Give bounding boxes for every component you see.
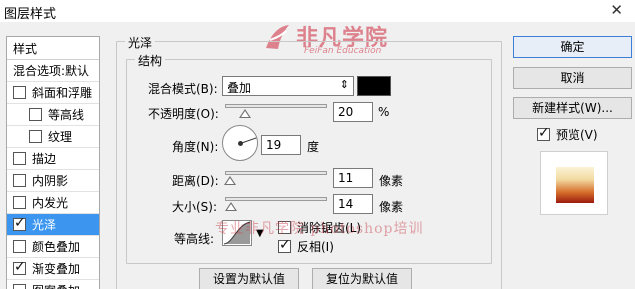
style-item-checkbox[interactable] <box>13 152 26 165</box>
distance-slider-track[interactable] <box>225 171 327 175</box>
reset-default-button[interactable]: 复位为默认值 <box>312 268 412 289</box>
blend-color-swatch[interactable] <box>357 76 391 96</box>
angle-unit: 度 <box>307 140 320 154</box>
preview-checkbox[interactable]: 预览(V) <box>537 125 598 143</box>
contour-curve-icon <box>223 221 251 245</box>
preview-thumbnail <box>540 151 608 215</box>
blend-options-label: 混合选项:默认 <box>13 64 90 78</box>
distance-unit: 像素 <box>379 174 404 188</box>
style-item-checkbox[interactable] <box>13 240 26 253</box>
title-bar: 图层样式 ✕ <box>0 0 635 22</box>
preview-label: 预览(V) <box>556 128 598 142</box>
style-item-checkbox[interactable] <box>29 108 42 121</box>
invert-label: 反相(I) <box>297 240 334 254</box>
preview-box[interactable] <box>537 125 550 141</box>
style-item-label: 图案叠加 <box>32 282 80 289</box>
window-title: 图层样式 <box>4 7 57 22</box>
style-item[interactable]: 内阴影 <box>7 170 99 192</box>
style-item-label: 描边 <box>32 152 57 166</box>
satin-group-title: 光泽 <box>125 34 156 51</box>
preview-swatch <box>556 167 594 203</box>
distance-input[interactable]: 11 <box>333 168 373 188</box>
opacity-input[interactable]: 20 <box>333 102 373 122</box>
style-item-checkbox[interactable] <box>13 215 26 231</box>
size-unit: 像素 <box>379 200 404 214</box>
blend-mode-label: 混合模式(B): <box>148 82 218 96</box>
style-item[interactable]: 渐变叠加 <box>7 258 99 280</box>
style-item-label: 斜面和浮雕 <box>32 86 93 100</box>
select-arrows-icon: ⇕ <box>339 78 349 91</box>
style-item-checkbox[interactable] <box>13 86 26 99</box>
styles-list-header: 样式 <box>7 37 99 60</box>
contour-dropdown-icon[interactable]: ▼ <box>256 228 264 239</box>
style-item[interactable]: 光泽 <box>7 214 99 236</box>
angle-label: 角度(N): <box>172 140 219 154</box>
size-label: 大小(S): <box>172 200 218 214</box>
ok-button[interactable]: 确定 <box>513 36 632 58</box>
contour-picker[interactable] <box>222 220 252 246</box>
styles-list: 样式 混合选项:默认 斜面和浮雕等高线纹理描边内阴影内发光光泽颜色叠加渐变叠加图… <box>6 36 100 289</box>
blend-options-item[interactable]: 混合选项:默认 <box>7 60 99 82</box>
cancel-button[interactable]: 取消 <box>513 67 632 89</box>
angle-dial[interactable] <box>222 125 258 161</box>
style-item[interactable]: 颜色叠加 <box>7 236 99 258</box>
style-item-label: 颜色叠加 <box>32 240 81 254</box>
style-item-checkbox[interactable] <box>13 196 26 209</box>
contour-label: 等高线: <box>174 232 215 246</box>
style-item-checkbox[interactable] <box>13 259 26 275</box>
structure-group-title: 结构 <box>135 52 166 69</box>
style-item-label: 内发光 <box>32 196 69 210</box>
new-style-button[interactable]: 新建样式(W)... <box>513 97 632 119</box>
style-item-checkbox[interactable] <box>29 130 42 143</box>
close-icon[interactable]: ✕ <box>610 1 623 19</box>
size-input[interactable]: 14 <box>333 194 373 214</box>
style-item-label: 渐变叠加 <box>32 262 81 276</box>
distance-label: 距离(D): <box>172 174 219 188</box>
opacity-label: 不透明度(O): <box>148 107 219 121</box>
opacity-unit: % <box>378 105 390 119</box>
style-item-checkbox[interactable] <box>13 174 26 187</box>
blend-mode-value: 叠加 <box>227 81 252 95</box>
style-item-label: 等高线 <box>48 108 85 122</box>
anti-alias-checkbox[interactable]: 消除锯齿(L) <box>278 219 361 236</box>
opacity-slider-thumb[interactable] <box>239 109 252 118</box>
style-item[interactable]: 描边 <box>7 148 99 170</box>
angle-input[interactable]: 19 <box>261 135 301 155</box>
anti-alias-box[interactable] <box>278 221 291 234</box>
style-item-label: 内阴影 <box>32 174 69 188</box>
opacity-slider-track[interactable] <box>225 104 327 108</box>
size-slider-thumb[interactable] <box>225 202 238 211</box>
invert-checkbox[interactable]: 反相(I) <box>278 237 334 255</box>
distance-slider-thumb[interactable] <box>224 176 237 185</box>
style-item[interactable]: 纹理 <box>7 126 99 148</box>
style-item[interactable]: 等高线 <box>7 104 99 126</box>
style-item[interactable]: 内发光 <box>7 192 99 214</box>
invert-box[interactable] <box>278 237 291 253</box>
style-item-label: 纹理 <box>48 130 73 144</box>
style-item[interactable]: 斜面和浮雕 <box>7 82 99 104</box>
style-item-checkbox[interactable] <box>13 284 26 289</box>
angle-center-dot <box>238 141 243 146</box>
anti-alias-label: 消除锯齿(L) <box>297 221 362 235</box>
size-slider-track[interactable] <box>225 197 327 201</box>
style-item[interactable]: 图案叠加 <box>7 280 99 289</box>
set-default-button[interactable]: 设置为默认值 <box>199 268 299 289</box>
blend-mode-select[interactable]: 叠加 ⇕ <box>222 76 354 96</box>
style-item-label: 光泽 <box>32 218 57 232</box>
